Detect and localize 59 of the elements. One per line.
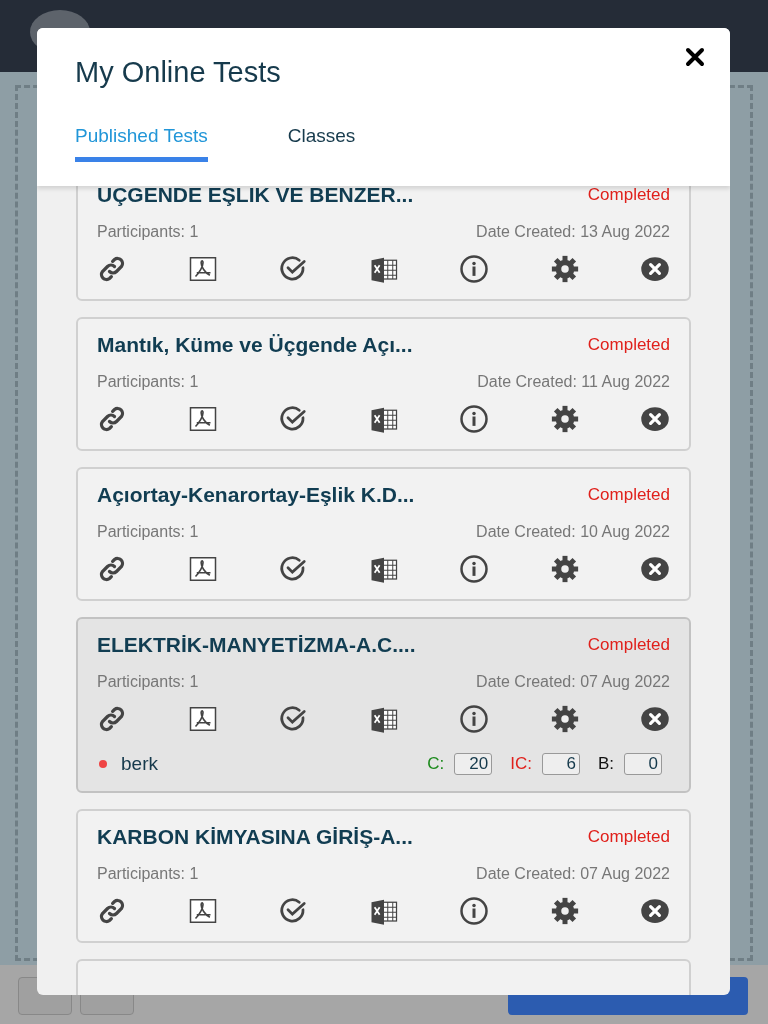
- info-icon[interactable]: [459, 554, 489, 584]
- settings-icon[interactable]: [549, 404, 580, 434]
- date-created: Date Created: 07 Aug 2022: [476, 673, 670, 691]
- settings-icon[interactable]: [549, 254, 580, 284]
- link-icon[interactable]: [97, 554, 127, 584]
- pdf-icon[interactable]: [187, 404, 218, 434]
- pdf-icon[interactable]: [187, 254, 218, 284]
- participant-name: berk: [121, 753, 158, 775]
- date-created: Date Created: 11 Aug 2022: [477, 373, 670, 391]
- test-card[interactable]: Mantık, Küme ve Üçgende Açı... Completed Participants: 1 Date Created: 11 Aug 2022: [76, 317, 691, 451]
- participants-count: Participants: 1: [97, 865, 199, 883]
- dialog-title: My Online Tests: [75, 56, 282, 89]
- test-card[interactable]: ELEKTRİK-MANYETİZMA-A.C.... Completed Participants: 1 Date Created: 07 Aug 2022 berk C: 20 IC: 6 B: 0: [76, 617, 691, 793]
- delete-icon[interactable]: [640, 896, 670, 926]
- date-created: Date Created: 07 Aug 2022: [476, 865, 670, 883]
- participants-count: Participants: 1: [97, 223, 199, 241]
- info-icon[interactable]: [459, 896, 489, 926]
- test-title: KARBON KİMYASINA GİRİŞ-A...: [97, 825, 413, 849]
- participants-count: Participants: 1: [97, 373, 199, 391]
- test-card[interactable]: Açıortay-Kenarortay-Eşlik K.D... Completed Participants: 1 Date Created: 10 Aug 2022: [76, 467, 691, 601]
- delete-icon[interactable]: [640, 254, 670, 284]
- date-created: Date Created: 10 Aug 2022: [476, 523, 670, 541]
- score-label: IC:: [510, 754, 532, 774]
- info-icon[interactable]: [459, 254, 489, 284]
- pdf-icon[interactable]: [187, 554, 218, 584]
- pdf-icon[interactable]: [187, 704, 218, 734]
- test-title: Mantık, Küme ve Üçgende Açı...: [97, 333, 413, 357]
- test-status: Completed: [587, 635, 670, 655]
- settings-icon[interactable]: [549, 554, 580, 584]
- info-icon[interactable]: [459, 704, 489, 734]
- delete-icon[interactable]: [640, 704, 670, 734]
- close-icon[interactable]: [684, 46, 706, 68]
- participants-count: Participants: 1: [97, 523, 199, 541]
- test-title: UÇGENDE EŞLIK VE BENZER...: [97, 183, 414, 207]
- link-icon[interactable]: [97, 704, 127, 734]
- test-status: Completed: [587, 185, 670, 205]
- settings-icon[interactable]: [549, 896, 580, 926]
- link-icon[interactable]: [97, 404, 127, 434]
- link-icon[interactable]: [97, 254, 127, 284]
- score-label: B:: [597, 754, 614, 774]
- delete-icon[interactable]: [640, 404, 670, 434]
- score-label: C:: [427, 754, 445, 774]
- test-title: ELEKTRİK-MANYETİZMA-A.C....: [97, 633, 416, 657]
- settings-icon[interactable]: [549, 704, 580, 734]
- delete-icon[interactable]: [640, 554, 670, 584]
- participants-count: Participants: 1: [97, 673, 199, 691]
- tab[interactable]: Classes: [287, 125, 356, 162]
- test-card[interactable]: KARBON KİMYASINA GİRİŞ-A... Completed Participants: 1 Date Created: 07 Aug 2022: [76, 809, 691, 943]
- test-title: Açıortay-Kenarortay-Eşlik K.D...: [97, 483, 415, 507]
- info-icon[interactable]: [459, 404, 489, 434]
- date-created: Date Created: 13 Aug 2022: [476, 223, 670, 241]
- test-status: Completed: [587, 485, 670, 505]
- pdf-icon[interactable]: [187, 896, 218, 926]
- test-status: Completed: [587, 827, 670, 847]
- score-value: 6: [541, 753, 580, 775]
- link-icon[interactable]: [97, 896, 127, 926]
- test-status: Completed: [587, 335, 670, 355]
- score-value: 0: [624, 753, 662, 775]
- score-value: 20: [454, 753, 493, 775]
